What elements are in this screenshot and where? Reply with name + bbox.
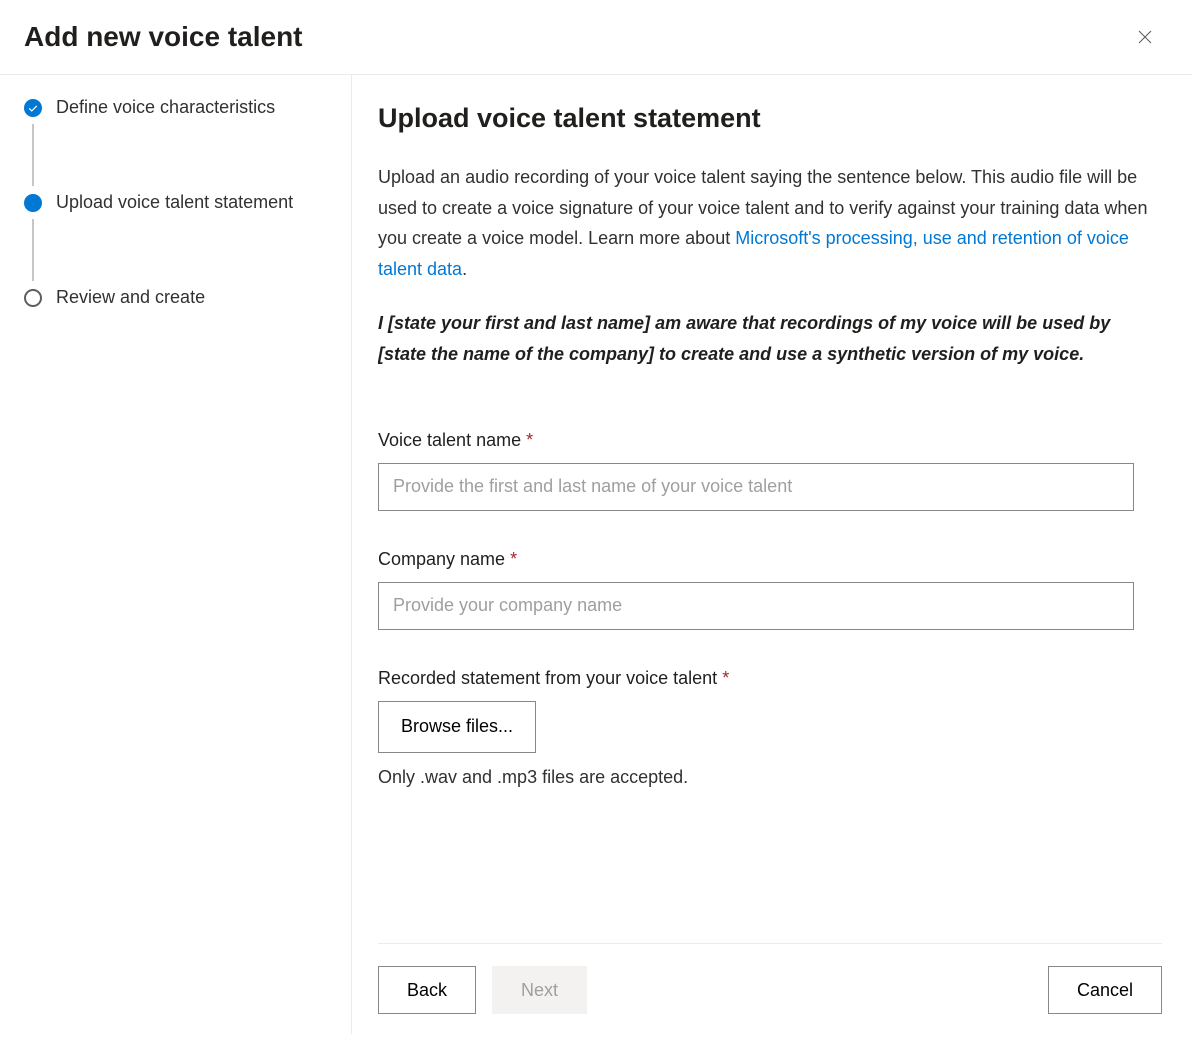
step-label: Upload voice talent statement (56, 192, 293, 213)
form-group-voice-talent-name: Voice talent name * (378, 430, 1162, 511)
form-group-company-name: Company name * (378, 549, 1162, 630)
step-indicator-active (24, 194, 42, 212)
close-button[interactable] (1128, 20, 1162, 54)
dialog-header: Add new voice talent (0, 0, 1192, 75)
company-name-input[interactable] (378, 582, 1134, 630)
step-review-and-create[interactable]: Review and create (24, 283, 327, 312)
required-indicator: * (722, 668, 729, 688)
page-title: Add new voice talent (24, 21, 303, 53)
description-period: . (462, 259, 467, 279)
label-text: Recorded statement from your voice talen… (378, 668, 717, 688)
required-indicator: * (510, 549, 517, 569)
voice-talent-name-input[interactable] (378, 463, 1134, 511)
content-area: Upload voice talent statement Upload an … (352, 75, 1192, 1034)
checkmark-icon (28, 103, 38, 113)
required-indicator: * (526, 430, 533, 450)
step-label: Review and create (56, 287, 205, 308)
form-group-recorded-statement: Recorded statement from your voice talen… (378, 668, 1162, 788)
company-name-label: Company name * (378, 549, 1162, 570)
step-define-voice-characteristics[interactable]: Define voice characteristics (24, 93, 327, 122)
step-indicator-pending (24, 289, 42, 307)
close-icon (1136, 28, 1154, 46)
label-text: Voice talent name (378, 430, 521, 450)
content-heading: Upload voice talent statement (378, 103, 1162, 134)
main-container: Define voice characteristics Upload voic… (0, 75, 1192, 1034)
next-button[interactable]: Next (492, 966, 587, 1014)
file-format-help-text: Only .wav and .mp3 files are accepted. (378, 767, 1162, 788)
step-connector (32, 219, 34, 281)
content-body: Upload voice talent statement Upload an … (378, 103, 1162, 933)
voice-talent-name-label: Voice talent name * (378, 430, 1162, 451)
cancel-button[interactable]: Cancel (1048, 966, 1162, 1014)
description-paragraph: Upload an audio recording of your voice … (378, 162, 1162, 284)
back-button[interactable]: Back (378, 966, 476, 1014)
step-indicator-completed (24, 99, 42, 117)
voice-statement-text: I [state your first and last name] am aw… (378, 308, 1162, 369)
step-connector (32, 124, 34, 186)
step-upload-voice-talent-statement[interactable]: Upload voice talent statement (24, 188, 327, 217)
footer-left-buttons: Back Next (378, 966, 587, 1014)
browse-files-button[interactable]: Browse files... (378, 701, 536, 753)
recorded-statement-label: Recorded statement from your voice talen… (378, 668, 1162, 689)
label-text: Company name (378, 549, 505, 569)
step-label: Define voice characteristics (56, 97, 275, 118)
wizard-steps-sidebar: Define voice characteristics Upload voic… (0, 75, 352, 1034)
dialog-footer: Back Next Cancel (378, 943, 1162, 1014)
